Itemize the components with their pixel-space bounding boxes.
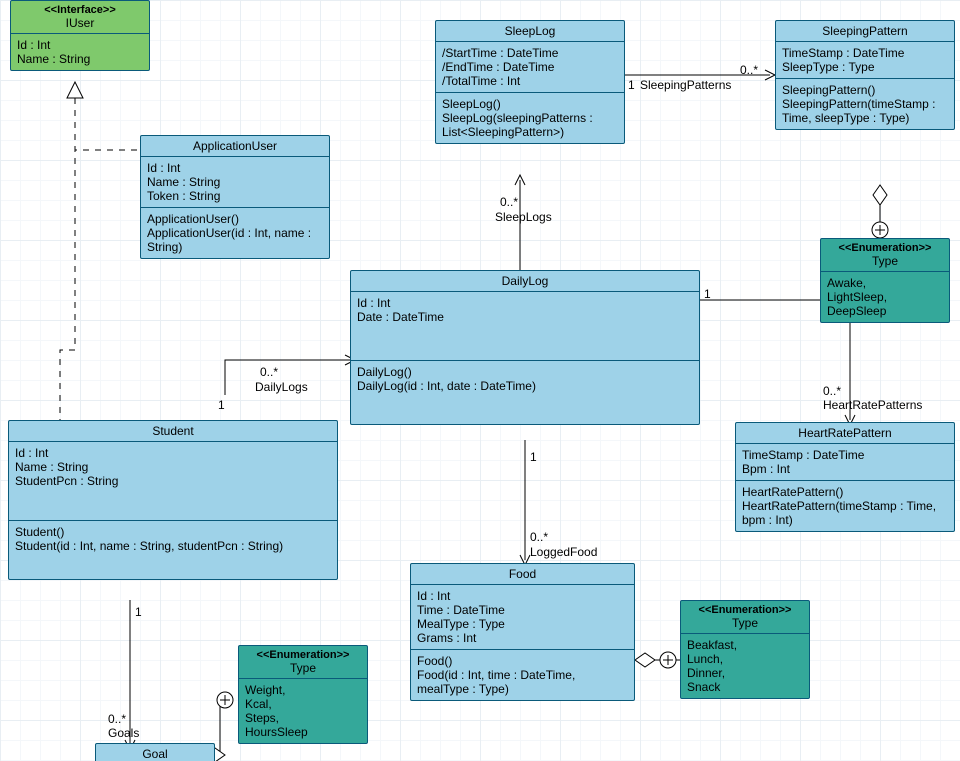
op: HeartRatePattern(timeStamp : Time, bpm :… — [742, 499, 948, 527]
op: DailyLog(id : Int, date : DateTime) — [357, 379, 693, 393]
label-hr-role: HeartRatePatterns — [823, 398, 922, 412]
IUser-stereo: <<Interface>> — [17, 4, 143, 16]
label-sp-one: 1 — [628, 78, 635, 92]
val: Lunch, — [687, 652, 803, 666]
attr: Id : Int — [417, 589, 628, 603]
op: DailyLog() — [357, 365, 693, 379]
SleepLog-name: SleepLog — [436, 21, 624, 42]
attr: Name : String — [147, 175, 323, 189]
attr: Time : DateTime — [417, 603, 628, 617]
DailyLog-name: DailyLog — [351, 271, 699, 292]
op: SleepingPattern() — [782, 83, 948, 97]
attr: MealType : Type — [417, 617, 628, 631]
label-food-mult: 0..* — [530, 530, 548, 544]
enum-sleep-type[interactable]: <<Enumeration>> Type Awake, LightSleep, … — [820, 238, 950, 323]
enum-goal-stereo: <<Enumeration>> — [245, 649, 361, 661]
op: HeartRatePattern() — [742, 485, 948, 499]
val: LightSleep, — [827, 290, 943, 304]
label-sp-mult: 0..* — [740, 63, 758, 77]
attr: Name : String — [15, 460, 331, 474]
Food-name: Food — [411, 564, 634, 585]
SleepingPattern-name: SleepingPattern — [776, 21, 954, 42]
attr: SleepType : Type — [782, 60, 948, 74]
attr: /TotalTime : Int — [442, 74, 618, 88]
op: Student() — [15, 525, 331, 539]
attr: /StartTime : DateTime — [442, 46, 618, 60]
attr: /EndTime : DateTime — [442, 60, 618, 74]
enum-goal-type[interactable]: <<Enumeration>> Type Weight, Kcal, Steps… — [238, 645, 368, 744]
IUser-name: IUser — [17, 16, 143, 30]
enum-meal-type[interactable]: <<Enumeration>> Type Beakfast, Lunch, Di… — [680, 600, 810, 699]
attr: TimeStamp : DateTime — [782, 46, 948, 60]
op: ApplicationUser(id : Int, name : String) — [147, 226, 323, 254]
label-sleeplogs-role: SleepLogs — [495, 210, 552, 224]
attr: Id : Int — [17, 38, 143, 52]
class-HeartRatePattern[interactable]: HeartRatePattern TimeStamp : DateTime Bp… — [735, 422, 955, 532]
enum-meal-stereo: <<Enumeration>> — [687, 604, 803, 616]
label-sp-role: SleepingPatterns — [640, 78, 731, 92]
attr: Grams : Int — [417, 631, 628, 645]
label-goal-mult: 0..* — [108, 712, 126, 726]
ApplicationUser-name: ApplicationUser — [141, 136, 329, 157]
attr: TimeStamp : DateTime — [742, 448, 948, 462]
Goal-name: Goal — [96, 744, 214, 761]
op: SleepLog() — [442, 97, 618, 111]
label-food-role: LoggedFood — [530, 545, 597, 559]
enum-goal-name: Type — [245, 661, 361, 675]
val: DeepSleep — [827, 304, 943, 318]
op: ApplicationUser() — [147, 212, 323, 226]
op: SleepingPattern(timeStamp : Time, sleepT… — [782, 97, 948, 125]
label-sleeplogs-mult: 0..* — [500, 195, 518, 209]
val: Beakfast, — [687, 638, 803, 652]
attr: Bpm : Int — [742, 462, 948, 476]
class-DailyLog[interactable]: DailyLog Id : Int Date : DateTime DailyL… — [350, 270, 700, 425]
label-hr-mult: 0..* — [823, 384, 841, 398]
val: Weight, — [245, 683, 361, 697]
class-ApplicationUser[interactable]: ApplicationUser Id : Int Name : String T… — [140, 135, 330, 259]
enum-meal-name: Type — [687, 616, 803, 630]
attr: Date : DateTime — [357, 310, 693, 324]
val: Awake, — [827, 276, 943, 290]
op: Food(id : Int, time : DateTime, mealType… — [417, 668, 628, 696]
class-SleepingPattern[interactable]: SleepingPattern TimeStamp : DateTime Sle… — [775, 20, 955, 130]
val: Steps, — [245, 711, 361, 725]
class-SleepLog[interactable]: SleepLog /StartTime : DateTime /EndTime … — [435, 20, 625, 144]
val: Snack — [687, 680, 803, 694]
label-dl-mult: 0..* — [260, 365, 278, 379]
HeartRatePattern-name: HeartRatePattern — [736, 423, 954, 444]
attr: Id : Int — [357, 296, 693, 310]
op: Student(id : Int, name : String, student… — [15, 539, 331, 553]
val: Dinner, — [687, 666, 803, 680]
attr: Name : String — [17, 52, 143, 66]
op: Food() — [417, 654, 628, 668]
attr: Id : Int — [15, 446, 331, 460]
enum-sleep-name: Type — [827, 254, 943, 268]
class-Food[interactable]: Food Id : Int Time : DateTime MealType :… — [410, 563, 635, 701]
attr: StudentPcn : String — [15, 474, 331, 488]
attr: Token : String — [147, 189, 323, 203]
Student-name: Student — [9, 421, 337, 442]
val: Kcal, — [245, 697, 361, 711]
label-dl-one: 1 — [218, 398, 225, 412]
class-Goal[interactable]: Goal — [95, 743, 215, 761]
attr: Id : Int — [147, 161, 323, 175]
enum-sleep-stereo: <<Enumeration>> — [827, 242, 943, 254]
label-goal-one: 1 — [135, 605, 142, 619]
val: HoursSleep — [245, 725, 361, 739]
label-dl-role: DailyLogs — [255, 380, 308, 394]
class-Student[interactable]: Student Id : Int Name : String StudentPc… — [8, 420, 338, 580]
label-goal-role: Goals — [108, 726, 139, 740]
label-food-one: 1 — [530, 450, 537, 464]
class-IUser[interactable]: <<Interface>> IUser Id : Int Name : Stri… — [10, 0, 150, 71]
op: SleepLog(sleepingPatterns : List<Sleepin… — [442, 111, 618, 139]
label-hr-one: 1 — [704, 287, 711, 301]
